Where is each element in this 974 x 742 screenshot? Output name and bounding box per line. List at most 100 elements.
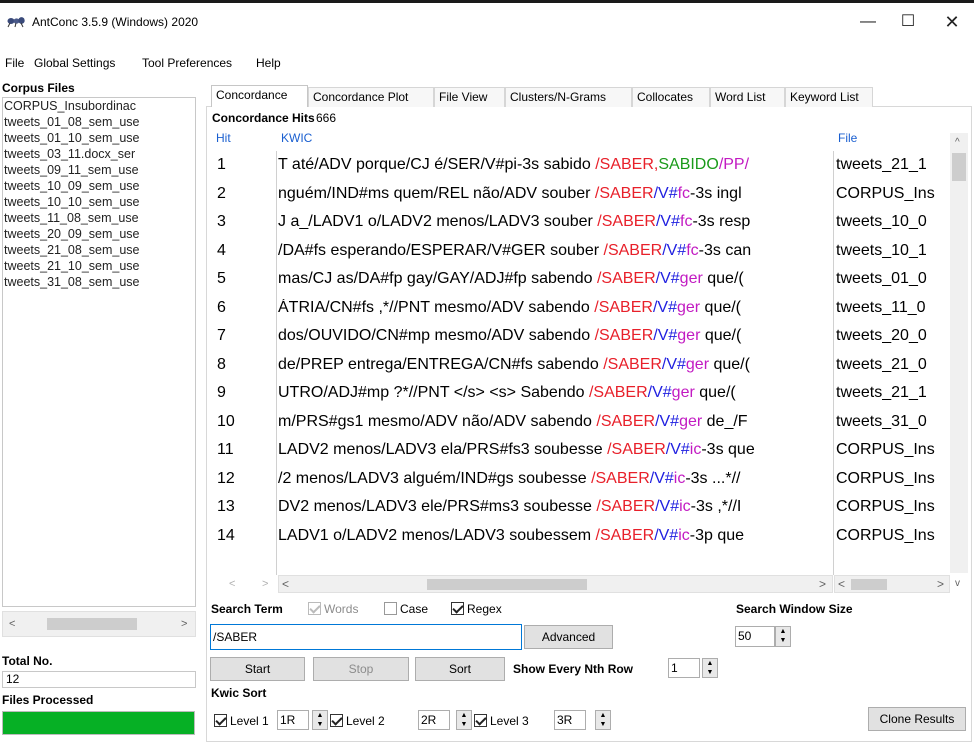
kwic-row[interactable]: 7 dos/OUVIDO/CN#mp mesmo/ADV sabendo /SAB…: [211, 324, 951, 352]
menu-global-settings[interactable]: Global Settings: [34, 56, 115, 70]
search-term-input[interactable]: /SABER: [210, 624, 522, 650]
kwic-file-name: tweets_21_0: [836, 355, 927, 373]
kwic-v-scrollbar[interactable]: ^: [950, 133, 968, 573]
tab-concordance-plot[interactable]: Concordance Plot: [308, 87, 434, 107]
hit-scroll-left-icon[interactable]: <: [229, 578, 235, 590]
kwic-row[interactable]: 6 ÁTRIA/CN#fs ,*//PNT mesmo/ADV sabendo /…: [211, 296, 951, 324]
level2-checkbox[interactable]: Level 2: [330, 714, 385, 728]
kwic-scroll-right-icon[interactable]: >: [819, 577, 826, 591]
level3-spinner[interactable]: ▲ ▼: [595, 710, 611, 730]
advanced-button[interactable]: Advanced: [524, 625, 613, 649]
file-h-scrollbar[interactable]: < >: [834, 575, 950, 593]
words-check-icon[interactable]: [308, 602, 321, 615]
start-button[interactable]: Start: [210, 657, 305, 681]
kwic-file-name: CORPUS_Ins: [836, 184, 935, 202]
case-label: Case: [400, 602, 429, 616]
regex-checkbox[interactable]: Regex: [451, 602, 502, 616]
level1-spinner[interactable]: ▲ ▼: [312, 710, 328, 730]
kwic-results-list[interactable]: 1 T até/ADV porque/CJ é/SER/V#pi-3s sabid…: [211, 153, 951, 575]
corpus-list-h-scrollbar[interactable]: < >: [2, 611, 196, 637]
col-header-hit[interactable]: Hit: [216, 131, 231, 145]
level1-check-icon[interactable]: [214, 714, 227, 727]
level3-checkbox[interactable]: Level 3: [474, 714, 529, 728]
tab-clusters-ngrams[interactable]: Clusters/N-Grams: [505, 87, 632, 107]
kwic-row[interactable]: 2 nguém/IND#ms quem/REL não/ADV souber /S…: [211, 182, 951, 210]
menu-file[interactable]: File: [5, 56, 24, 70]
col-header-kwic[interactable]: KWIC: [281, 131, 312, 145]
nth-row-input[interactable]: 1: [668, 658, 700, 678]
stop-button[interactable]: Stop: [313, 657, 409, 681]
level2-check-icon[interactable]: [330, 714, 343, 727]
clone-results-button[interactable]: Clone Results: [868, 707, 966, 731]
tab-collocates[interactable]: Collocates: [632, 87, 710, 107]
kwic-scroll-thumb[interactable]: [427, 579, 587, 590]
level1-input[interactable]: 1R: [277, 710, 309, 730]
level2-spinner[interactable]: ▲ ▼: [456, 710, 472, 730]
kwic-row[interactable]: 10 m/PRS#gs1 mesmo/ADV não/ADV sabendo /S…: [211, 410, 951, 438]
kwic-tag-part: -3s ,*//I: [690, 498, 742, 515]
scroll-right-icon[interactable]: >: [181, 618, 187, 630]
kwic-line: nguém/IND#ms quem/REL não/ADV souber /SA…: [278, 185, 833, 203]
kwic-line: dos/OUVIDO/CN#mp mesmo/ADV sabendo /SABE…: [278, 327, 833, 345]
kwic-row[interactable]: 13 DV2 menos/LADV3 ele/PRS#ms3 soubesse /…: [211, 495, 951, 523]
file-scroll-left-icon[interactable]: <: [838, 577, 845, 591]
corpus-file-item[interactable]: tweets_21_10_sem_use: [3, 258, 195, 274]
corpus-file-item[interactable]: tweets_09_11_sem_use: [3, 162, 195, 178]
level3-input[interactable]: 3R: [554, 710, 586, 730]
tab-file-view[interactable]: File View: [434, 87, 505, 107]
kwic-row[interactable]: 9 UTRO/ADJ#mp ?*//PNT </s> <s> Sabendo /S…: [211, 381, 951, 409]
corpus-file-item[interactable]: CORPUS_Insubordinac: [3, 98, 195, 114]
case-checkbox[interactable]: Case: [384, 602, 428, 616]
kwic-tag-part: ger: [679, 412, 703, 430]
tab-keyword-list[interactable]: Keyword List: [785, 87, 873, 107]
kwic-keyword: /SABER: [594, 298, 653, 316]
level3-check-icon[interactable]: [474, 714, 487, 727]
scroll-up-icon[interactable]: ^: [955, 137, 960, 148]
kwic-scroll-left-icon[interactable]: <: [282, 577, 289, 591]
kwic-row[interactable]: 4/DA#fs esperando/ESPERAR/V#GER souber /…: [211, 239, 951, 267]
window-size-spinner[interactable]: ▲ ▼: [775, 626, 791, 647]
kwic-row[interactable]: 12/2 menos/LADV3 alguém/IND#gs soubesse …: [211, 467, 951, 495]
kwic-h-scrollbar[interactable]: < >: [278, 575, 833, 593]
corpus-file-item[interactable]: tweets_03_11.docx_ser: [3, 146, 195, 162]
case-check-icon[interactable]: [384, 602, 397, 615]
scroll-left-icon[interactable]: <: [9, 618, 15, 630]
corpus-file-item[interactable]: tweets_20_09_sem_use: [3, 226, 195, 242]
kwic-tag-part: ic: [678, 526, 690, 544]
kwic-file-name: tweets_10_1: [836, 241, 927, 259]
kwic-tag-part: /V#: [655, 498, 680, 515]
col-header-file[interactable]: File: [838, 131, 857, 145]
nth-row-spinner[interactable]: ▲ ▼: [702, 658, 718, 678]
kwic-row[interactable]: 3 J a_/LADV1 o/LADV2 menos/LADV3 souber /…: [211, 210, 951, 238]
kwic-row[interactable]: 5 mas/CJ as/DA#fp gay/GAY/ADJ#fp sabendo …: [211, 267, 951, 295]
kwic-row[interactable]: 1 T até/ADV porque/CJ é/SER/V#pi-3s sabid…: [211, 153, 951, 181]
file-scroll-right-icon[interactable]: >: [937, 577, 944, 591]
scroll-thumb[interactable]: [47, 618, 137, 630]
hit-scroll-right-icon[interactable]: >: [262, 578, 268, 590]
search-window-size-input[interactable]: 50: [735, 626, 775, 647]
sort-button[interactable]: Sort: [415, 657, 505, 681]
words-checkbox[interactable]: Words: [308, 602, 358, 616]
kwic-row[interactable]: 11 LADV2 menos/LADV3 ela/PRS#fs3 soubesse…: [211, 438, 951, 466]
tab-concordance[interactable]: Concordance: [211, 85, 308, 107]
corpus-file-item[interactable]: tweets_21_08_sem_use: [3, 242, 195, 258]
tab-word-list[interactable]: Word List: [710, 87, 785, 107]
level2-input[interactable]: 2R: [418, 710, 450, 730]
v-scroll-thumb[interactable]: [952, 153, 966, 181]
corpus-file-item[interactable]: tweets_31_08_sem_use: [3, 274, 195, 290]
corpus-file-item[interactable]: tweets_01_08_sem_use: [3, 114, 195, 130]
regex-check-icon[interactable]: [451, 602, 464, 615]
menu-tool-preferences[interactable]: Tool Preferences: [142, 56, 232, 70]
corpus-file-item[interactable]: tweets_01_10_sem_use: [3, 130, 195, 146]
file-scroll-thumb[interactable]: [851, 579, 887, 590]
corpus-file-list[interactable]: CORPUS_Insubordinac tweets_01_08_sem_use t…: [2, 97, 196, 607]
kwic-row[interactable]: 14 LADV1 o/LADV2 menos/LADV3 soubessem /S…: [211, 524, 951, 552]
corpus-file-item[interactable]: tweets_11_08_sem_use: [3, 210, 195, 226]
corpus-file-item[interactable]: tweets_10_10_sem_use: [3, 194, 195, 210]
kwic-row[interactable]: 8 de/PREP entrega/ENTREGA/CN#fs sabendo /…: [211, 353, 951, 381]
menu-help[interactable]: Help: [256, 56, 281, 70]
hit-number: 4: [217, 241, 226, 259]
corpus-file-item[interactable]: tweets_10_09_sem_use: [3, 178, 195, 194]
scroll-down-icon[interactable]: v: [955, 578, 960, 589]
level1-checkbox[interactable]: Level 1: [214, 714, 269, 728]
